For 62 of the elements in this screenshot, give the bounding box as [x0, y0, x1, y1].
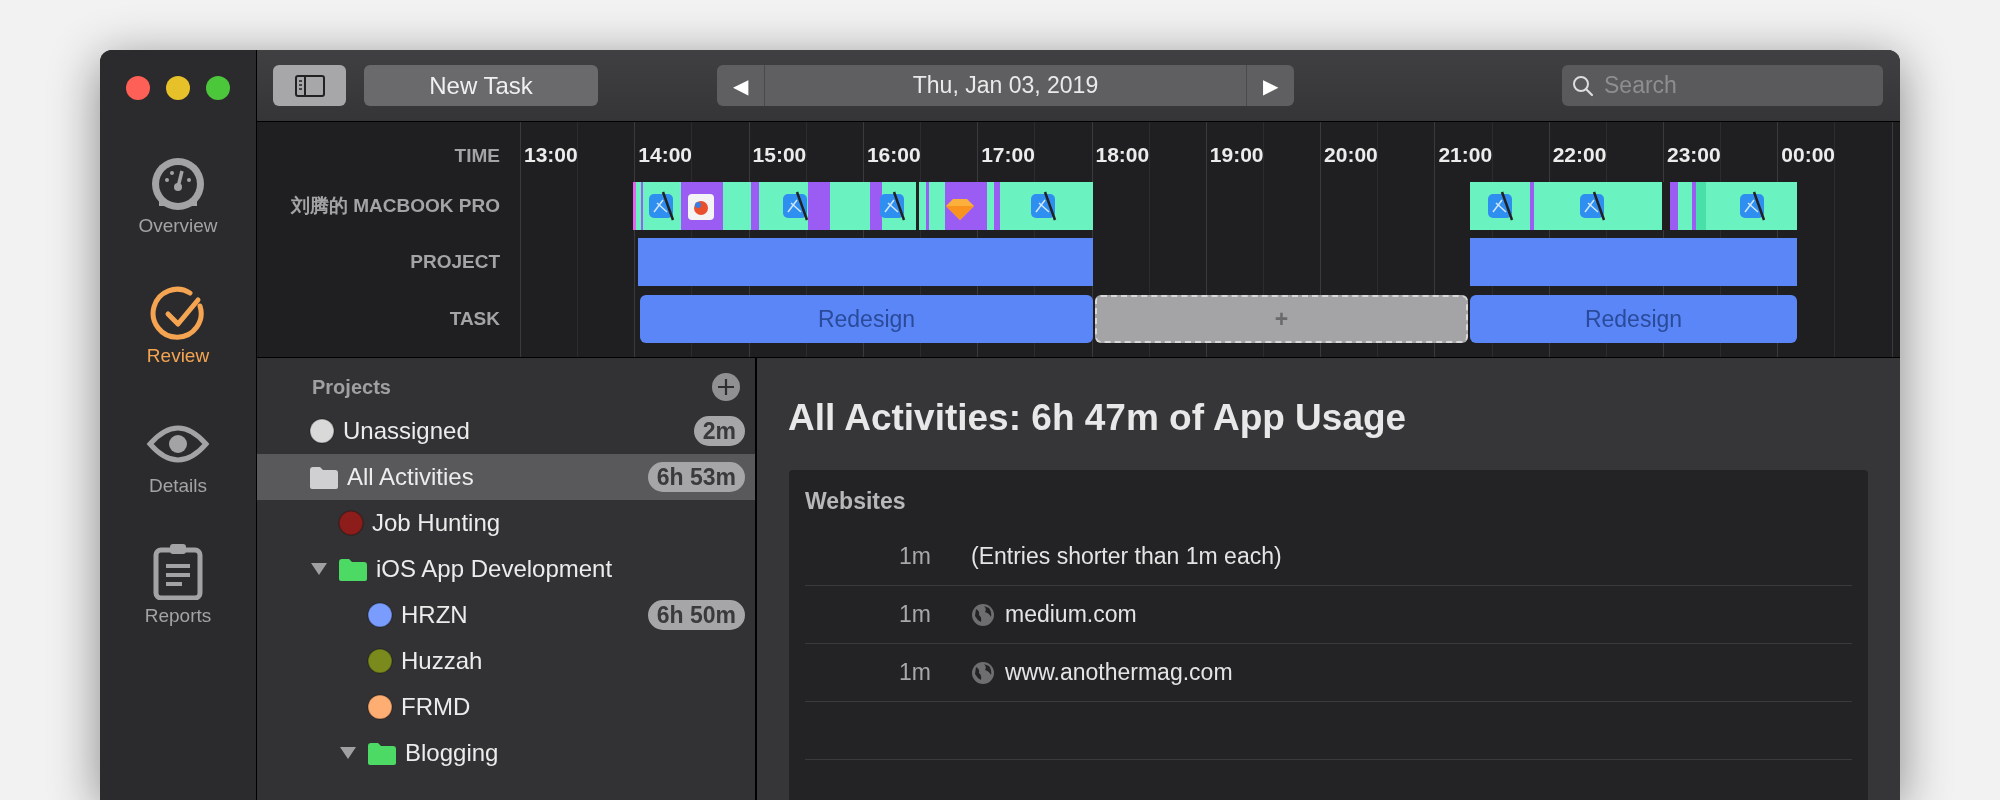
project-row[interactable]: Job Hunting [257, 500, 755, 546]
hour-label: 20:00 [1324, 144, 1378, 165]
new-task-button[interactable]: New Task [364, 65, 598, 106]
hour-label: 14:00 [638, 144, 692, 165]
hour-label: 19:00 [1209, 144, 1264, 165]
close-window-icon[interactable] [126, 76, 150, 100]
row-label: TIME [454, 146, 500, 165]
sidebar-icon [294, 74, 325, 97]
hour-label: 15:00 [752, 144, 807, 165]
globe-icon [971, 660, 995, 685]
search-icon [1572, 75, 1594, 97]
sidebar-item[interactable]: Details [146, 402, 210, 500]
duration-text: 1m [898, 542, 931, 572]
zoom-window-icon[interactable] [206, 76, 230, 100]
projects-heading: Projects [312, 375, 391, 400]
card-heading: Websites [805, 486, 907, 516]
project-row[interactable]: Unassigned 2m [257, 408, 755, 454]
hour-label: 22:00 [1552, 144, 1607, 165]
project-row[interactable]: FRMD [257, 684, 755, 730]
project-name: All Activities [347, 462, 474, 492]
project-name: Job Hunting [372, 508, 501, 538]
minimize-window-icon[interactable] [166, 76, 190, 100]
row-label: TASK [449, 309, 500, 328]
duration-badge: 2m [693, 416, 745, 446]
project-row[interactable]: Blogging [257, 730, 755, 776]
globe-icon [971, 602, 995, 627]
duration-text: 1m [898, 600, 931, 630]
project-name: Huzzah [401, 646, 483, 676]
project-row[interactable]: All Activities 6h 53m [257, 454, 755, 500]
row-label: PROJECT [410, 252, 500, 271]
sidebar-item[interactable]: Overview [138, 142, 218, 240]
project-name: iOS App Development [376, 554, 613, 584]
project-name: FRMD [401, 692, 471, 722]
previous-day-button[interactable]: ◀ [717, 65, 765, 106]
hour-label: 21:00 [1438, 144, 1493, 165]
hour-label: 23:00 [1667, 144, 1721, 165]
hour-label: 00:00 [1781, 144, 1835, 165]
project-name: HRZN [401, 600, 468, 630]
sidebar-toggle-button[interactable] [273, 65, 346, 106]
project-name: Unassigned [343, 416, 470, 446]
hour-label: 16:00 [866, 144, 921, 165]
add-icon[interactable] [712, 373, 740, 401]
duration-badge: 6h 53m [647, 462, 745, 492]
hour-label: 17:00 [981, 144, 1035, 165]
project-row[interactable]: HRZN 6h 50m [257, 592, 755, 638]
next-day-button[interactable]: ▶ [1246, 65, 1294, 106]
duration-badge: 6h 50m [647, 600, 745, 630]
hour-label: 13:00 [524, 144, 578, 165]
sidebar-item[interactable]: Review [146, 272, 210, 370]
note-text: (Entries shorter than 1m each) [971, 542, 1282, 572]
duration-text: 1m [898, 658, 931, 688]
website-link[interactable]: medium.com [1005, 597, 1137, 632]
date-label: Thu, Jan 03, 2019 [911, 71, 1100, 101]
page-title: All Activities: 6h 47m of App Usage [788, 396, 1408, 440]
row-label: 刘腾的 MACBOOK PRO [291, 196, 500, 215]
sidebar-item[interactable]: Reports [144, 532, 212, 630]
project-row[interactable]: iOS App Development [257, 546, 755, 592]
clipboard-icon [152, 541, 204, 600]
hour-label: 18:00 [1095, 144, 1150, 165]
project-row[interactable]: Huzzah [257, 638, 755, 684]
project-name: Blogging [405, 738, 499, 768]
website-link[interactable]: www.anothermag.com [1005, 655, 1233, 690]
